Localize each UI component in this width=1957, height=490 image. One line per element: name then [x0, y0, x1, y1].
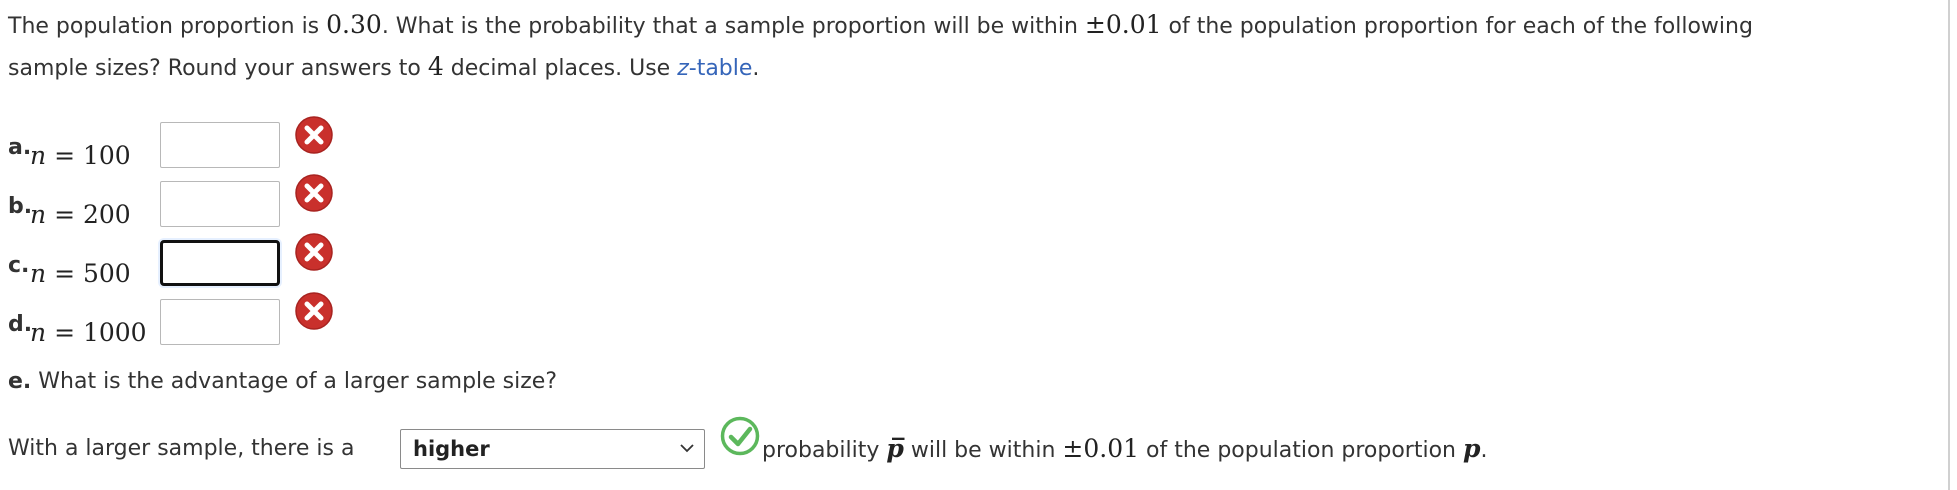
part-c-equation: n = 500 — [30, 259, 131, 288]
part-b-equation: n = 200 — [30, 200, 131, 229]
part-d-label: d. — [8, 312, 33, 337]
margin-value: ±0.01 — [1062, 434, 1140, 463]
question-text: . — [752, 56, 760, 81]
chevron-down-icon — [680, 444, 694, 453]
p-symbol: p — [1462, 434, 1481, 463]
part-a-answer-input[interactable] — [160, 122, 280, 168]
advantage-select-value: higher — [413, 437, 490, 461]
question-text: The population proportion is — [8, 14, 327, 39]
part-a-label: a. — [8, 135, 32, 160]
correct-check-icon — [720, 416, 760, 456]
part-a-equation: n = 100 — [30, 141, 131, 170]
question-text: sample sizes? Round your answers to — [8, 56, 428, 81]
z-table-link[interactable]: z-table — [677, 56, 752, 81]
part-c-label: c. — [8, 253, 30, 278]
p-bar-symbol: p̅ — [886, 434, 904, 463]
part-d-answer-input[interactable] — [160, 299, 280, 345]
part-e-label: e. — [8, 369, 32, 394]
proportion-value: 0.30 — [326, 10, 382, 39]
incorrect-x-icon — [295, 116, 333, 154]
incorrect-x-icon — [295, 292, 333, 330]
question-line-1: The population proportion is 0.30. What … — [8, 5, 1753, 47]
margin-value: ±0.01 — [1084, 10, 1162, 39]
part-b-answer-input[interactable] — [160, 181, 280, 227]
question-text: decimal places. Use — [443, 56, 678, 81]
advantage-select[interactable]: higher — [400, 429, 705, 469]
part-e-sentence-end: probability p̅ will be within ±0.01 of t… — [762, 434, 1488, 463]
part-c-answer-input[interactable] — [160, 240, 280, 286]
part-b-label: b. — [8, 194, 33, 219]
part-e-question-text: What is the advantage of a larger sample… — [31, 369, 558, 394]
question-line-2: sample sizes? Round your answers to 4 de… — [8, 47, 759, 89]
incorrect-x-icon — [295, 233, 333, 271]
panel-border — [1948, 0, 1950, 490]
part-e-question: e. What is the advantage of a larger sam… — [8, 362, 557, 402]
question-text: . What is the probability that a sample … — [381, 14, 1085, 39]
part-e-sentence-start: With a larger sample, there is a — [8, 436, 355, 461]
decimal-places-value: 4 — [427, 52, 444, 81]
part-d-equation: n = 1000 — [30, 318, 147, 347]
incorrect-x-icon — [295, 174, 333, 212]
question-text: of the population proportion for each of… — [1161, 14, 1753, 39]
